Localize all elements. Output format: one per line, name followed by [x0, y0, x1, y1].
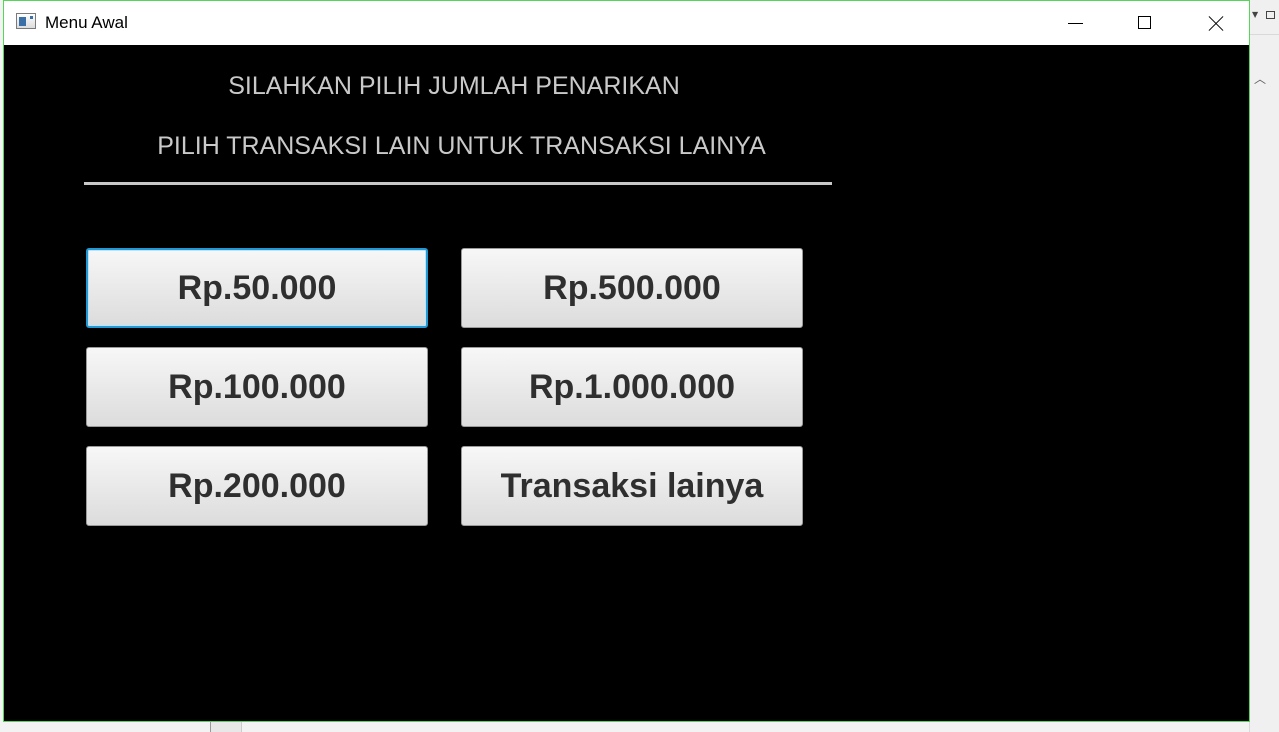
menu-awal-window: Menu Awal SILAHKAN PILIH JUMLAH PENARIKA…: [3, 0, 1250, 722]
close-button[interactable]: [1180, 1, 1250, 45]
withdraw-500000-button[interactable]: Rp.500.000: [461, 248, 803, 328]
main-panel: SILAHKAN PILIH JUMLAH PENARIKAN PILIH TR…: [4, 45, 1249, 721]
minimize-button[interactable]: [1040, 1, 1110, 45]
scroll-up-arrow-icon[interactable]: ︿: [1253, 72, 1267, 86]
withdraw-50000-button[interactable]: Rp.50.000: [86, 248, 428, 328]
app-icon: [16, 13, 36, 29]
other-transaction-heading: PILIH TRANSAKSI LAIN UNTUK TRANSAKSI LAI…: [157, 132, 766, 160]
withdraw-100000-button[interactable]: Rp.100.000: [86, 347, 428, 427]
background-scrollbar[interactable]: [1249, 35, 1279, 732]
withdraw-1000000-button[interactable]: Rp.1.000.000: [461, 347, 803, 427]
background-window-controls: ▼: [1249, 0, 1279, 35]
instruction-heading: SILAHKAN PILIH JUMLAH PENARIKAN: [228, 72, 680, 100]
withdraw-200000-button[interactable]: Rp.200.000: [86, 446, 428, 526]
window-title: Menu Awal: [45, 13, 128, 32]
dropdown-arrow-icon: ▼: [1252, 10, 1259, 19]
header-divider: [84, 182, 832, 185]
restore-icon: [1266, 11, 1275, 19]
other-transaction-button[interactable]: Transaksi lainya: [461, 446, 803, 526]
maximize-button[interactable]: [1110, 1, 1180, 45]
title-bar[interactable]: Menu Awal: [4, 1, 1249, 45]
